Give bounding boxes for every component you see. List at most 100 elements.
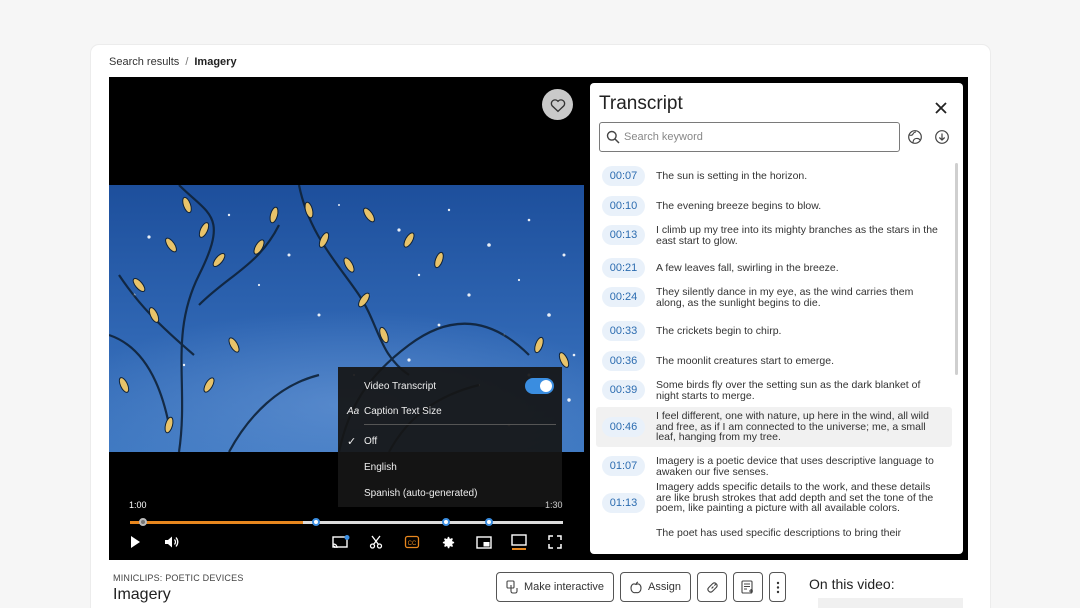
transcript-text: The moonlit creatures start to emerge. (656, 355, 834, 367)
breadcrumb-search-results[interactable]: Search results (109, 56, 179, 68)
transcript-timestamp[interactable]: 00:33 (602, 321, 645, 341)
search-icon (606, 130, 620, 144)
transcript-row[interactable]: 00:13 I climb up my tree into its mighty … (596, 219, 952, 251)
transcript-row[interactable]: 00:46 I feel different, one with nature, … (596, 407, 952, 447)
transcript-search-input[interactable]: Search keyword (599, 122, 900, 152)
transcript-title: Transcript (599, 93, 683, 114)
chapter-marker[interactable] (442, 518, 450, 526)
chapter-marker[interactable] (312, 518, 320, 526)
caption-text-size-label: Caption Text Size (364, 405, 442, 417)
cast-icon (332, 534, 350, 548)
transcript-text: The crickets begin to chirp. (656, 325, 782, 337)
theater-icon (511, 534, 527, 550)
make-interactive-label: Make interactive (523, 581, 605, 593)
video-transcript-toggle[interactable] (525, 378, 554, 394)
transcript-timestamp[interactable]: 00:24 (602, 287, 645, 307)
add-to-list-button[interactable] (733, 572, 763, 602)
scissors-icon (369, 535, 383, 549)
caption-text-size-row[interactable]: Aa Caption Text Size (338, 403, 562, 419)
transcript-text: I climb up my tree into its mighty branc… (656, 224, 938, 247)
caption-option-english[interactable]: English (338, 459, 562, 475)
assign-button[interactable]: Assign (620, 572, 691, 602)
caption-option-label: Spanish (auto-generated) (364, 487, 478, 499)
gear-icon (442, 536, 454, 548)
assign-label: Assign (647, 581, 682, 593)
transcript-row[interactable]: 00:07 The sun is setting in the horizon. (596, 163, 952, 189)
chapter-marker[interactable] (485, 518, 493, 526)
heart-icon (550, 98, 565, 112)
settings-button[interactable] (439, 534, 457, 550)
transcript-timestamp[interactable]: 00:07 (602, 166, 645, 186)
close-icon (935, 102, 947, 114)
progress-fill (130, 521, 303, 524)
download-transcript-button[interactable] (934, 129, 950, 145)
transcript-scrollbar[interactable] (955, 163, 958, 375)
volume-icon (165, 536, 179, 548)
pip-icon (476, 535, 492, 549)
settings-menu: Video Transcript Aa Caption Text Size ✓ … (338, 367, 562, 507)
on-this-video-panel (818, 598, 963, 608)
play-icon (131, 536, 140, 548)
close-transcript-button[interactable] (933, 100, 949, 116)
breadcrumb-separator: / (185, 56, 189, 68)
clip-button[interactable] (367, 534, 385, 550)
transcript-timestamp[interactable]: 00:39 (602, 380, 645, 400)
transcript-row[interactable]: 00:10 The evening breeze begins to blow. (596, 193, 952, 219)
translate-button[interactable] (907, 129, 923, 145)
caption-option-off[interactable]: ✓ Off (338, 433, 562, 449)
transcript-timestamp[interactable]: 00:36 (602, 351, 645, 371)
search-placeholder: Search keyword (624, 131, 703, 143)
transcript-row[interactable]: 00:24 They silently dance in my eye, as t… (596, 281, 952, 313)
download-icon (935, 130, 949, 144)
playhead[interactable] (139, 518, 147, 526)
copy-link-button[interactable] (697, 572, 727, 602)
caption-option-label: Off (364, 435, 378, 447)
caption-option-spanish[interactable]: Spanish (auto-generated) (338, 485, 562, 501)
transcript-text: Imagery adds specific details to the wor… (656, 481, 934, 514)
play-button[interactable] (126, 534, 144, 550)
fullscreen-icon (548, 535, 562, 549)
video-title: Imagery (113, 586, 171, 603)
caption-size-icon: Aa (347, 405, 360, 417)
transcript-text: The poet has used specific descriptions … (656, 527, 902, 539)
on-this-video-heading: On this video: (809, 576, 895, 592)
transcript-timestamp[interactable]: 00:21 (602, 258, 645, 278)
cast-button[interactable] (332, 534, 350, 550)
transcript-row[interactable]: 00:36 The moonlit creatures start to emer… (596, 348, 952, 374)
video-transcript-label: Video Transcript (364, 380, 437, 392)
make-interactive-button[interactable]: Make interactive (496, 572, 614, 602)
link-icon (706, 581, 718, 593)
transcript-row[interactable]: The poet has used specific descriptions … (596, 527, 952, 539)
transcript-row[interactable]: 00:39 Some birds fly over the setting sun… (596, 374, 952, 406)
transcript-row[interactable]: 00:33 The crickets begin to chirp. (596, 318, 952, 344)
apple-icon (630, 580, 642, 593)
transcript-timestamp[interactable]: 00:13 (602, 225, 645, 245)
globe-icon (908, 130, 922, 144)
transcript-row[interactable]: 01:07 Imagery is a poetic device that use… (596, 450, 952, 482)
volume-button[interactable] (163, 534, 181, 550)
transcript-row[interactable]: 00:21 A few leaves fall, swirling in the … (596, 255, 952, 281)
touch-icon (506, 580, 518, 594)
transcript-row[interactable]: 01:13 Imagery adds specific details to th… (596, 481, 952, 523)
fullscreen-button[interactable] (546, 534, 564, 550)
picture-in-picture-button[interactable] (475, 534, 493, 550)
transcript-timestamp[interactable]: 01:07 (602, 456, 645, 476)
check-icon: ✓ (347, 435, 357, 448)
transcript-text: The evening breeze begins to blow. (656, 200, 822, 212)
current-time: 1:00 (129, 500, 147, 510)
theater-button[interactable] (510, 534, 528, 550)
transcript-text: Imagery is a poetic device that uses des… (656, 455, 934, 478)
progress-bar[interactable] (130, 518, 563, 526)
transcript-timestamp[interactable]: 00:10 (602, 196, 645, 216)
total-time: 1:30 (545, 500, 563, 510)
transcript-text: The sun is setting in the horizon. (656, 170, 808, 182)
transcript-timestamp[interactable]: 01:13 (602, 493, 645, 513)
favorite-button[interactable] (542, 89, 573, 120)
breadcrumb-current: Imagery (194, 56, 237, 68)
more-options-button[interactable] (769, 572, 786, 602)
transcript-text: A few leaves fall, swirling in the breez… (656, 262, 839, 274)
transcript-timestamp[interactable]: 00:46 (602, 417, 645, 437)
cc-icon: CC (404, 535, 420, 549)
transcript-text: Some birds fly over the setting sun as t… (656, 379, 921, 402)
captions-button[interactable]: CC (403, 534, 421, 550)
